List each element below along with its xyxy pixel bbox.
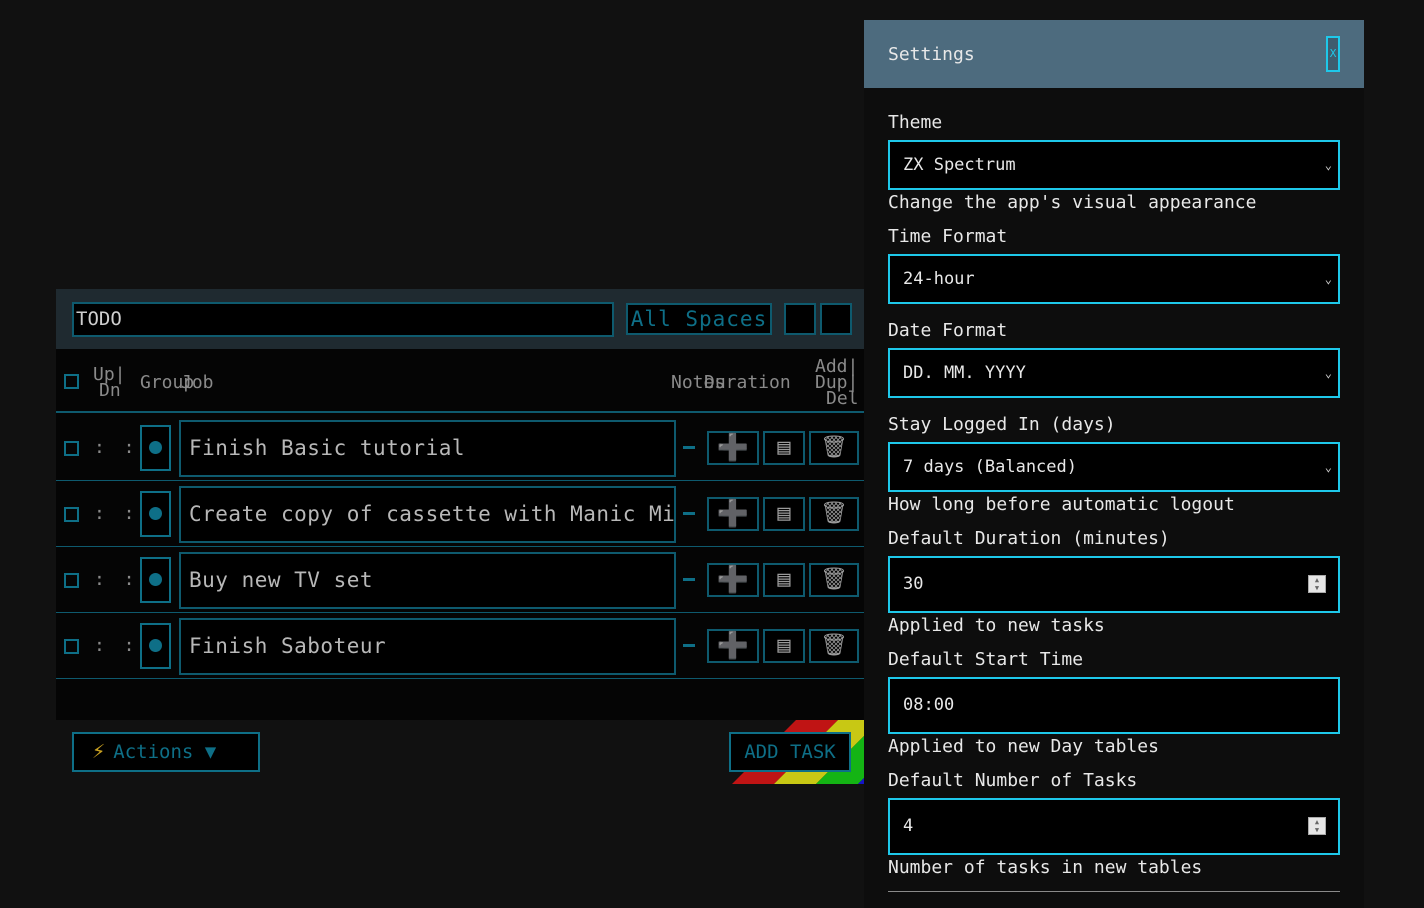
group-dot-button[interactable]: [140, 557, 171, 603]
table-row: : : Finish Basic tutorial ➕ ▤ 🗑: [56, 415, 864, 481]
default-duration-input[interactable]: 30 ▲ ▼: [888, 556, 1340, 613]
duplicate-row-button[interactable]: ▤: [763, 497, 805, 531]
delete-row-button[interactable]: 🗑: [809, 629, 859, 663]
delete-row-button[interactable]: 🗑: [809, 431, 859, 465]
default-num-tasks-value: 4: [903, 816, 914, 836]
stay-logged-in-select[interactable]: 7 days (Balanced) ⌄: [888, 442, 1340, 492]
header-job: Job: [181, 372, 214, 393]
extra-button-2[interactable]: [820, 303, 852, 335]
todo-table-panel: TODO All Spaces Up| Dn Group Job Notes D…: [56, 289, 864, 720]
notes-indicator[interactable]: [683, 446, 695, 449]
delete-row-button[interactable]: 🗑: [809, 563, 859, 597]
notes-indicator[interactable]: [683, 578, 695, 581]
drag-handle-icon[interactable]: : :: [94, 635, 139, 656]
column-headers: Up| Dn Group Job Notes Duration Add| Dup…: [56, 349, 864, 413]
delete-row-button[interactable]: 🗑: [809, 497, 859, 531]
theme-value: ZX Spectrum: [903, 155, 1016, 175]
header-duration: Duration: [704, 372, 791, 393]
default-duration-label: Default Duration (minutes): [888, 528, 1170, 549]
duplicate-row-button[interactable]: ▤: [763, 431, 805, 465]
job-input[interactable]: Buy new TV set: [179, 552, 676, 609]
table-row: : : Buy new TV set ➕ ▤ 🗑: [56, 547, 864, 613]
drag-handle-icon[interactable]: : :: [94, 503, 139, 524]
default-num-tasks-label: Default Number of Tasks: [888, 770, 1138, 791]
settings-header: Settings X: [864, 20, 1364, 88]
duplicate-row-button[interactable]: ▤: [763, 629, 805, 663]
duplicate-row-button[interactable]: ▤: [763, 563, 805, 597]
time-format-select[interactable]: 24-hour ⌄: [888, 254, 1340, 304]
extra-button-1[interactable]: [784, 303, 816, 335]
all-spaces-button[interactable]: All Spaces: [626, 303, 772, 335]
time-format-value: 24-hour: [903, 269, 975, 289]
spinner-icon[interactable]: ▲ ▼: [1308, 817, 1326, 835]
chevron-down-icon: ⌄: [1324, 460, 1332, 474]
add-row-button[interactable]: ➕: [707, 563, 759, 597]
default-num-tasks-help: Number of tasks in new tables: [888, 857, 1203, 878]
lightning-icon: ⚡: [92, 739, 106, 764]
close-button[interactable]: X: [1326, 36, 1340, 72]
default-start-time-help: Applied to new Day tables: [888, 736, 1159, 757]
default-duration-value: 30: [903, 574, 924, 594]
row-checkbox[interactable]: [64, 573, 79, 588]
add-task-button[interactable]: ADD TASK: [729, 732, 851, 772]
job-input[interactable]: Finish Basic tutorial: [179, 420, 676, 477]
table-footer: ⚡ Actions ▼ ADD TASK: [56, 720, 866, 790]
theme-label: Theme: [888, 112, 943, 133]
header-del: Del: [826, 388, 859, 409]
default-num-tasks-input[interactable]: 4 ▲ ▼: [888, 798, 1340, 855]
row-checkbox[interactable]: [64, 507, 79, 522]
add-row-button[interactable]: ➕: [707, 497, 759, 531]
drag-handle-icon[interactable]: : :: [94, 569, 139, 590]
date-format-label: Date Format: [888, 320, 1008, 341]
row-checkbox[interactable]: [64, 639, 79, 654]
group-dot-button[interactable]: [140, 425, 171, 471]
divider: [888, 891, 1340, 892]
default-duration-help: Applied to new tasks: [888, 615, 1105, 636]
actions-label: Actions ▼: [113, 741, 217, 763]
settings-title: Settings: [888, 44, 975, 65]
date-format-value: DD. MM. YYYY: [903, 363, 1026, 383]
theme-select[interactable]: ZX Spectrum ⌄: [888, 140, 1340, 190]
default-start-time-label: Default Start Time: [888, 649, 1084, 670]
actions-button[interactable]: ⚡ Actions ▼: [72, 732, 260, 772]
table-row: : : Finish Saboteur ➕ ▤ 🗑: [56, 613, 864, 679]
job-input[interactable]: Create copy of cassette with Manic Miner: [179, 486, 676, 543]
drag-handle-icon[interactable]: : :: [94, 437, 139, 458]
theme-help: Change the app's visual appearance: [888, 192, 1257, 213]
chevron-down-icon: ⌄: [1324, 158, 1332, 172]
default-start-time-value: 08:00: [903, 695, 955, 715]
select-all-checkbox[interactable]: [64, 374, 79, 389]
date-format-select[interactable]: DD. MM. YYYY ⌄: [888, 348, 1340, 398]
time-format-label: Time Format: [888, 226, 1008, 247]
default-start-time-input[interactable]: 08:00: [888, 677, 1340, 734]
table-title-input[interactable]: TODO: [72, 302, 614, 337]
group-dot-button[interactable]: [140, 623, 171, 669]
stay-logged-in-label: Stay Logged In (days): [888, 414, 1116, 435]
stay-logged-in-value: 7 days (Balanced): [903, 457, 1077, 477]
chevron-down-icon: ⌄: [1324, 272, 1332, 286]
stay-logged-in-help: How long before automatic logout: [888, 494, 1235, 515]
notes-indicator[interactable]: [683, 644, 695, 647]
spinner-icon[interactable]: ▲ ▼: [1308, 575, 1326, 593]
add-row-button[interactable]: ➕: [707, 431, 759, 465]
notes-indicator[interactable]: [683, 512, 695, 515]
job-input[interactable]: Finish Saboteur: [179, 618, 676, 675]
table-header-bar: TODO All Spaces: [56, 289, 864, 349]
settings-panel: Settings X Theme ZX Spectrum ⌄ Change th…: [864, 20, 1364, 908]
header-down: Dn: [99, 380, 121, 401]
table-row: : : Create copy of cassette with Manic M…: [56, 481, 864, 547]
add-row-button[interactable]: ➕: [707, 629, 759, 663]
row-checkbox[interactable]: [64, 441, 79, 456]
chevron-down-icon: ⌄: [1324, 366, 1332, 380]
group-dot-button[interactable]: [140, 491, 171, 537]
